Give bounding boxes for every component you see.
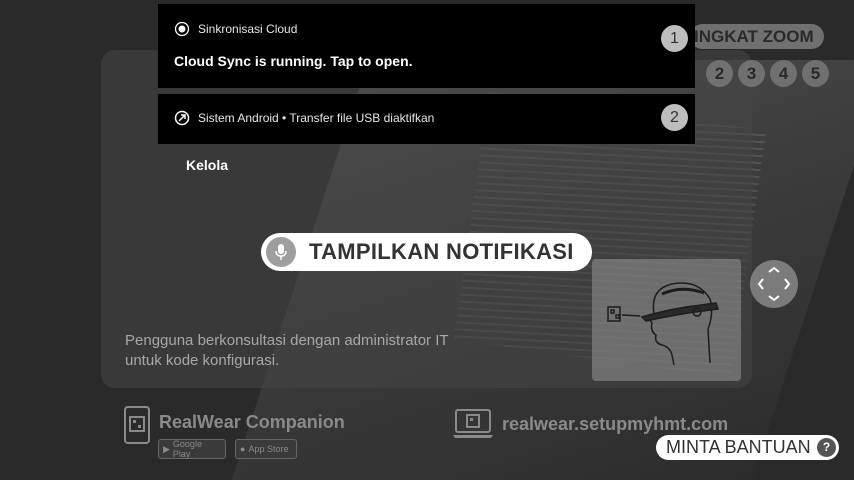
apple-icon: ● [240,444,246,454]
zoom-level-label: INGKAT ZOOM [690,24,824,49]
chevron-left-icon [757,278,764,290]
zoom-level-5[interactable]: 5 [802,60,829,87]
voice-command-label: TAMPILKAN NOTIFIKASI [309,239,574,264]
play-icon: ▶ [163,443,170,454]
chevron-up-icon [768,266,780,273]
microphone-icon [266,237,296,267]
notification-cloud-sync[interactable]: Sinkronisasi Cloud Cloud Sync is running… [158,4,695,88]
google-play-label: Google Play [172,439,202,459]
notification-header: Sistem Android • Transfer file USB diakt… [174,110,434,126]
website-url: realwear.setupmyhmt.com [502,413,729,434]
laptop-qr-icon [453,409,493,438]
navigation-control[interactable] [750,260,798,308]
configuration-hint-text: Pengguna berkonsultasi dengan administra… [125,332,449,369]
notification-message: Cloud Sync is running. Tap to open. [174,53,413,69]
android-system-icon [174,110,190,126]
voice-command-show-notifications[interactable]: TAMPILKAN NOTIFIKASI [261,233,592,271]
chevron-down-icon [768,295,780,302]
app-store-label: App Store [248,444,289,454]
get-help-label: MINTA BANTUAN [666,437,811,457]
notification-number-badge: 2 [661,104,688,131]
notification-app-name: Sinkronisasi Cloud [198,22,298,36]
google-play-badge[interactable]: ▶ Google Play [158,439,226,459]
phone-qr-icon [124,406,150,444]
zoom-level-2[interactable]: 2 [706,60,733,87]
notification-number-badge: 1 [661,25,688,52]
app-store-badge[interactable]: ● App Store [235,439,297,459]
zoom-level-3[interactable]: 3 [738,60,765,87]
notification-header: Sinkronisasi Cloud [174,21,297,37]
headset-illustration [592,259,741,381]
realwear-companion: RealWear Companion [124,406,345,444]
companion-title: RealWear Companion [159,412,345,432]
notification-usb-transfer[interactable]: Sistem Android • Transfer file USB diakt… [158,94,695,144]
cloud-sync-icon [174,21,190,37]
help-icon: ? [817,438,836,457]
notification-app-name: Sistem Android • Transfer file USB diakt… [198,111,435,125]
chevron-right-icon [784,278,791,290]
get-help-button[interactable]: MINTA BANTUAN ? [656,435,839,460]
manage-notifications-button[interactable]: Kelola [186,157,228,173]
zoom-level-4[interactable]: 4 [770,60,797,87]
